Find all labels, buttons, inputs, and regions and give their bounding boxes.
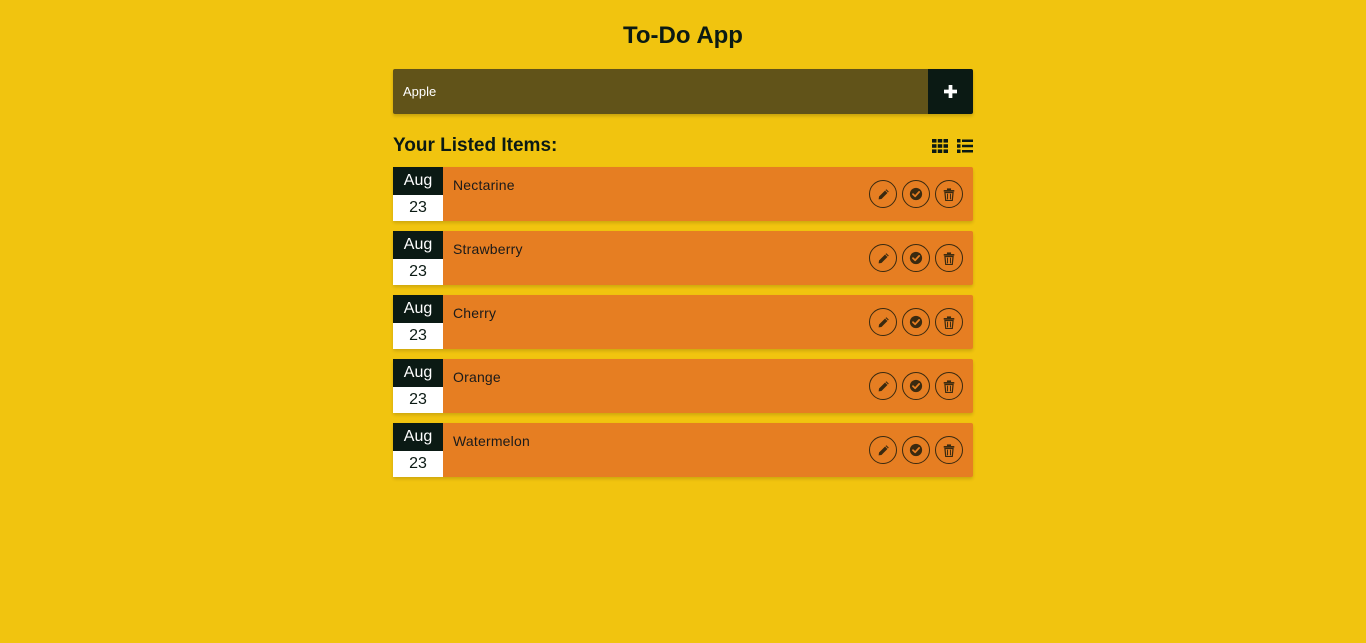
date-badge: Aug 23 [393,167,443,221]
todo-item-text: Cherry [453,305,497,321]
date-day: 23 [393,259,443,285]
list-header: Your Listed Items: [393,135,973,157]
check-circle-icon [909,251,923,265]
item-actions [869,295,973,349]
edit-button[interactable] [869,180,897,208]
app-container: To-Do App Your Listed Items: [393,0,973,477]
view-toggles [932,138,973,154]
complete-button[interactable] [902,436,930,464]
delete-button[interactable] [935,180,963,208]
item-actions [869,231,973,285]
check-circle-icon [909,315,923,329]
todo-item-text: Orange [453,369,501,385]
complete-button[interactable] [902,180,930,208]
date-month: Aug [393,167,443,195]
delete-button[interactable] [935,436,963,464]
page-title: To-Do App [623,22,743,49]
date-month: Aug [393,295,443,323]
trash-icon [943,443,955,457]
plus-icon [944,85,957,98]
edit-button[interactable] [869,372,897,400]
pencil-icon [878,380,889,391]
todo-item: Aug 23 Cherry [393,295,973,349]
pencil-icon [878,316,889,327]
pencil-icon [878,444,889,455]
item-actions [869,423,973,477]
add-item-button[interactable] [928,69,973,114]
delete-button[interactable] [935,308,963,336]
check-circle-icon [909,379,923,393]
date-badge: Aug 23 [393,295,443,349]
edit-button[interactable] [869,436,897,464]
list-heading: Your Listed Items: [393,135,558,156]
date-badge: Aug 23 [393,231,443,285]
check-circle-icon [909,443,923,457]
item-actions [869,167,973,221]
date-month: Aug [393,423,443,451]
trash-icon [943,187,955,201]
date-badge: Aug 23 [393,359,443,413]
add-item-form [393,69,973,114]
todo-item: Aug 23 Strawberry [393,231,973,285]
delete-button[interactable] [935,372,963,400]
date-day: 23 [393,451,443,477]
date-month: Aug [393,231,443,259]
date-day: 23 [393,387,443,413]
date-badge: Aug 23 [393,423,443,477]
complete-button[interactable] [902,308,930,336]
trash-icon [943,315,955,329]
date-day: 23 [393,195,443,221]
grid-icon [932,139,948,153]
item-actions [869,359,973,413]
date-month: Aug [393,359,443,387]
complete-button[interactable] [902,244,930,272]
list-icon [957,139,973,153]
grid-view-button[interactable] [932,138,948,154]
todo-item-text: Watermelon [453,433,530,449]
todo-list: Aug 23 Nectarine Aug 23 Strawberry Aug 2… [393,167,973,477]
pencil-icon [878,252,889,263]
trash-icon [943,379,955,393]
check-circle-icon [909,187,923,201]
item-input[interactable] [393,69,928,114]
todo-item-text: Nectarine [453,177,515,193]
pencil-icon [878,188,889,199]
todo-item: Aug 23 Orange [393,359,973,413]
edit-button[interactable] [869,244,897,272]
edit-button[interactable] [869,308,897,336]
todo-item: Aug 23 Nectarine [393,167,973,221]
delete-button[interactable] [935,244,963,272]
complete-button[interactable] [902,372,930,400]
date-day: 23 [393,323,443,349]
list-view-button[interactable] [957,138,973,154]
todo-item: Aug 23 Watermelon [393,423,973,477]
trash-icon [943,251,955,265]
todo-item-text: Strawberry [453,241,523,257]
